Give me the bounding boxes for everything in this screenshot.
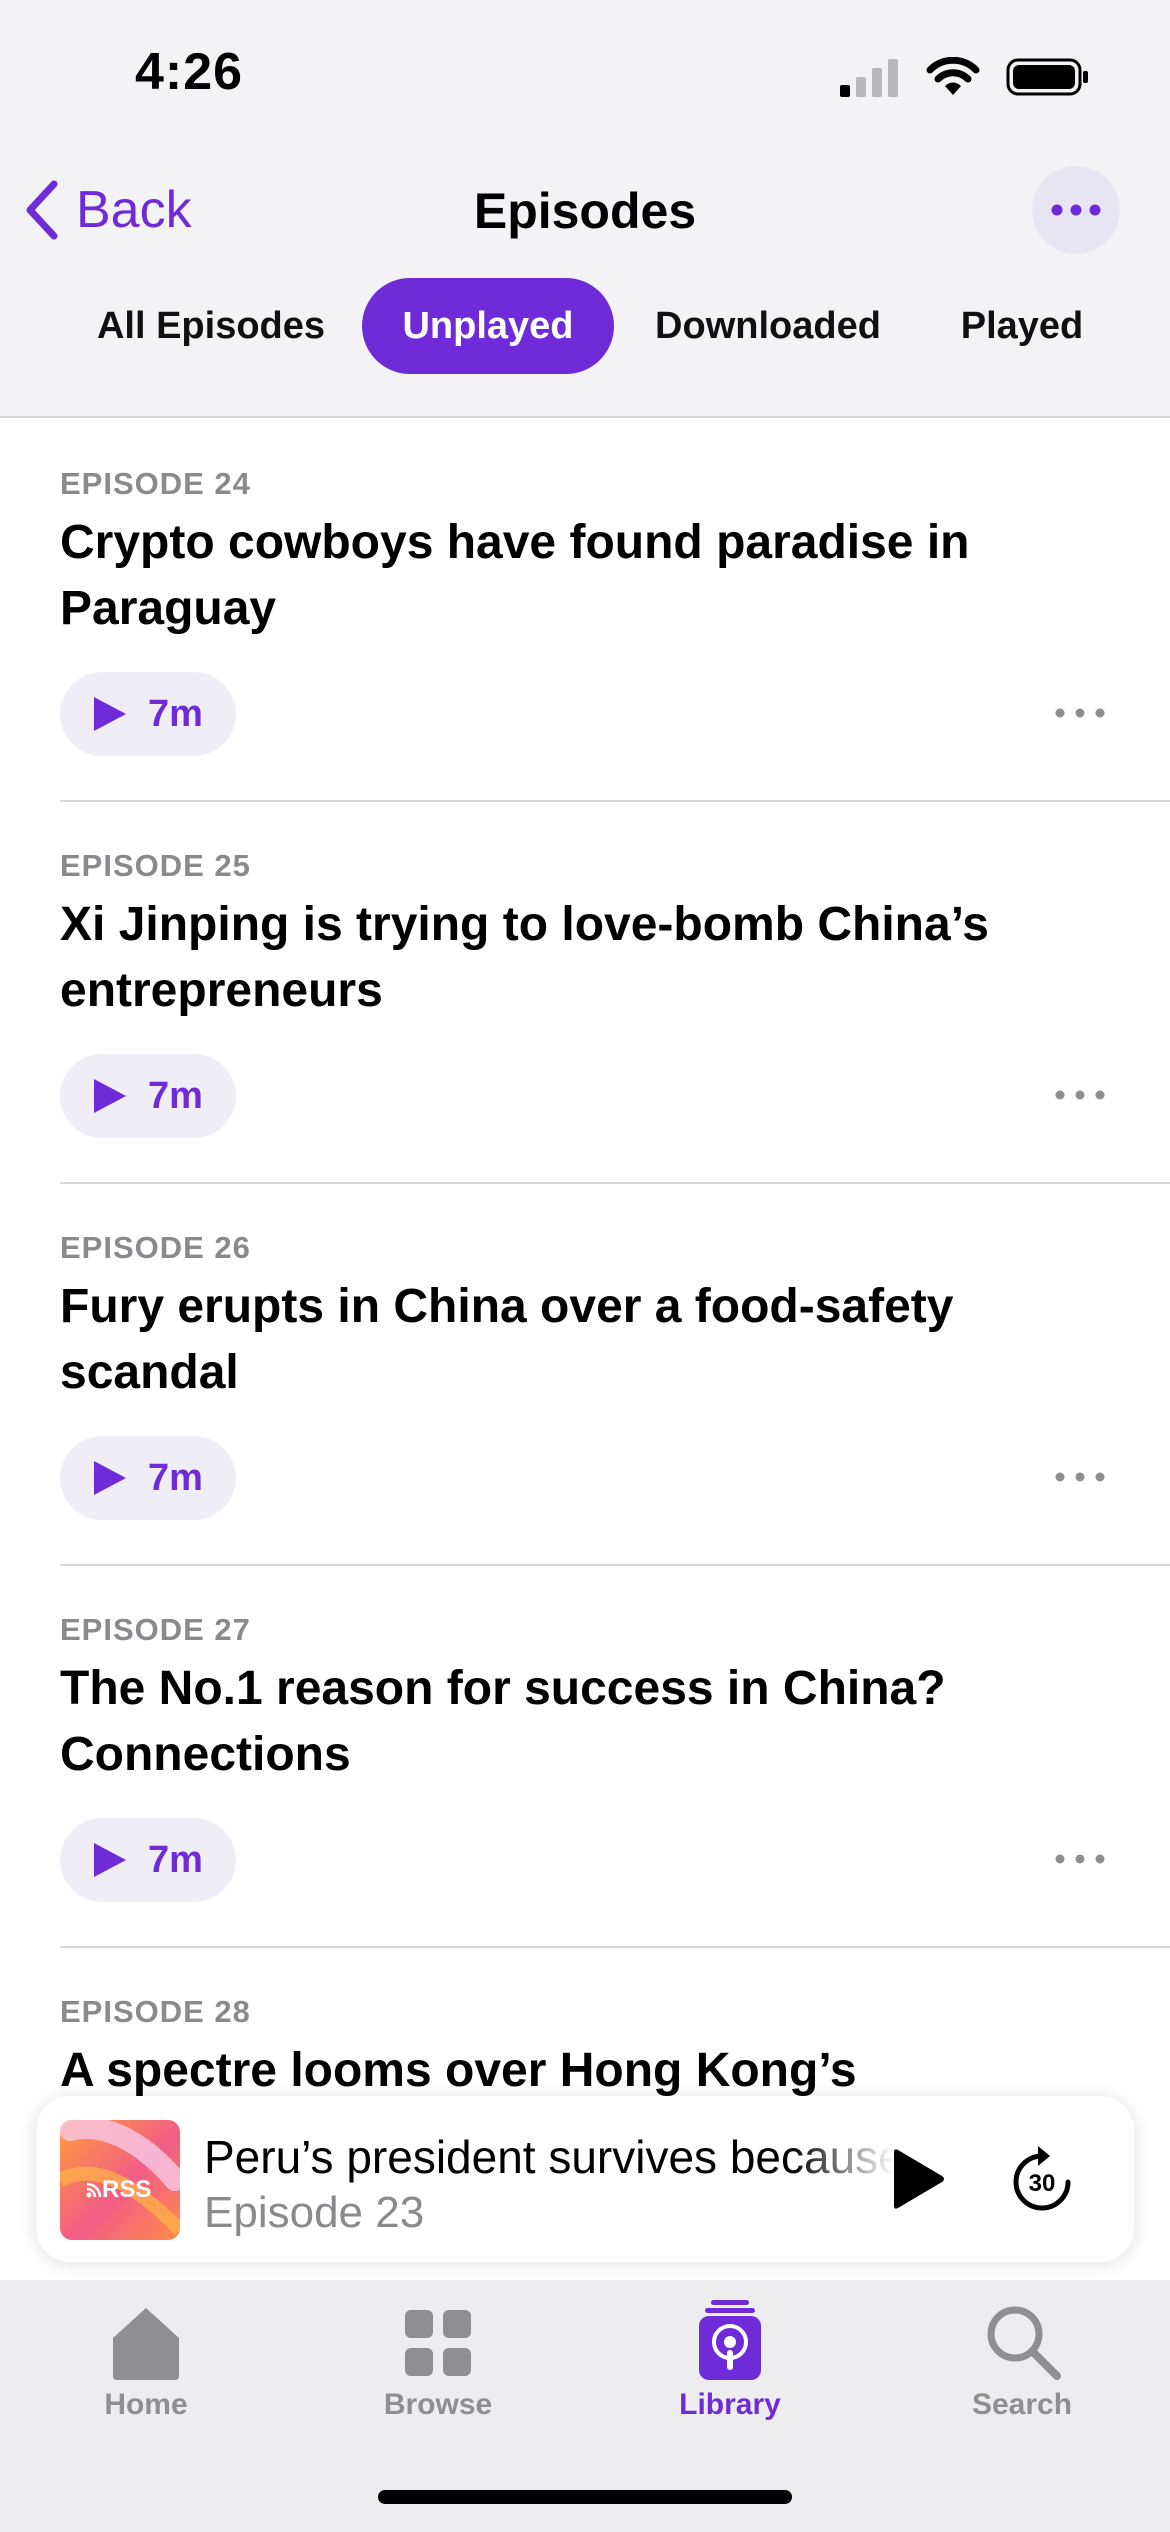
play-episode-button[interactable]: 7m xyxy=(60,672,236,756)
more-options-button[interactable] xyxy=(1032,166,1120,254)
home-icon xyxy=(113,2308,179,2380)
back-button[interactable]: Back xyxy=(24,170,192,250)
podcast-library-icon xyxy=(699,2300,761,2380)
mini-player[interactable]: RSS Peru’s president survives because Ep… xyxy=(36,2096,1134,2262)
tab-label: Home xyxy=(104,2388,188,2421)
episode-more-button[interactable] xyxy=(1050,1070,1110,1120)
tab-label: Search xyxy=(971,2388,1073,2421)
list-item[interactable]: EPISODE 24 Crypto cowboys have found par… xyxy=(60,418,1170,802)
episode-duration: 7m xyxy=(148,1838,203,1881)
episode-title: A spectre looms over Hong Kong’s xyxy=(60,2044,857,2097)
episode-duration: 7m xyxy=(148,1074,203,1117)
list-item[interactable]: EPISODE 26 Fury erupts in China over a f… xyxy=(60,1182,1170,1566)
play-icon xyxy=(94,1079,126,1113)
episode-title: Xi Jinping is trying to love-bomb China’… xyxy=(60,898,989,1017)
tab-label: Library xyxy=(679,2388,781,2421)
episode-title: The No.1 reason for success in China? Co… xyxy=(60,1662,946,1781)
search-icon xyxy=(987,2306,1061,2380)
episode-number: EPISODE 27 xyxy=(60,1612,251,1647)
play-episode-button[interactable]: 7m xyxy=(60,1054,236,1138)
play-episode-button[interactable]: 7m xyxy=(60,1818,236,1902)
list-item[interactable]: EPISODE 28 A spectre looms over Hong Kon… xyxy=(60,1946,1170,2098)
list-item[interactable]: EPISODE 27 The No.1 reason for success i… xyxy=(60,1564,1170,1948)
episode-title: Crypto cowboys have found paradise in Pa… xyxy=(60,516,970,635)
navigation-bar: Back Episodes All Episodes Unplayed Down… xyxy=(0,150,1170,418)
chevron-left-icon xyxy=(26,180,58,240)
episode-more-button[interactable] xyxy=(1050,1452,1110,1502)
grid-icon xyxy=(405,2310,471,2376)
episode-number: EPISODE 24 xyxy=(60,466,251,501)
back-label: Back xyxy=(76,181,192,239)
home-indicator[interactable] xyxy=(378,2490,792,2504)
podcast-artwork: RSS xyxy=(60,2120,180,2240)
now-playing-subtitle: Episode 23 xyxy=(204,2188,425,2237)
status-icons xyxy=(840,52,1090,102)
play-icon xyxy=(94,697,126,731)
tab-browse[interactable]: Browse xyxy=(338,2296,538,2436)
play-icon xyxy=(94,1461,126,1495)
play-icon xyxy=(94,1843,126,1877)
tab-all-episodes[interactable]: All Episodes xyxy=(70,278,352,374)
rss-label: RSS xyxy=(86,2176,151,2204)
tab-library[interactable]: Library xyxy=(630,2296,830,2436)
play-icon[interactable] xyxy=(882,2146,948,2212)
list-item[interactable]: EPISODE 25 Xi Jinping is trying to love-… xyxy=(60,800,1170,1184)
episode-duration: 7m xyxy=(148,1456,203,1499)
tab-label: Browse xyxy=(383,2388,493,2421)
skip-forward-30-icon[interactable]: 30 xyxy=(1008,2142,1076,2212)
episode-filter-tabs: All Episodes Unplayed Downloaded Played xyxy=(0,278,1170,374)
tab-downloaded[interactable]: Downloaded xyxy=(630,278,906,374)
ellipsis-icon xyxy=(1055,1090,1105,1100)
skip-seconds: 30 xyxy=(1029,2170,1056,2197)
episode-duration: 7m xyxy=(148,692,203,735)
ellipsis-icon xyxy=(1051,204,1101,216)
status-time: 4:26 xyxy=(135,43,244,101)
tab-home[interactable]: Home xyxy=(46,2296,246,2436)
ellipsis-icon xyxy=(1055,1854,1105,1864)
rss-text: RSS xyxy=(102,2176,152,2203)
episode-title: Fury erupts in China over a food-safety … xyxy=(60,1280,954,1399)
play-episode-button[interactable]: 7m xyxy=(60,1436,236,1520)
ellipsis-icon xyxy=(1055,1472,1105,1482)
tab-played[interactable]: Played xyxy=(930,278,1114,374)
ellipsis-icon xyxy=(1055,708,1105,718)
episode-list: EPISODE 24 Crypto cowboys have found par… xyxy=(0,418,1170,2098)
battery-icon xyxy=(1006,58,1088,96)
rss-icon xyxy=(86,2182,102,2198)
wifi-icon xyxy=(926,57,980,95)
cellular-signal-icon xyxy=(840,59,898,97)
episode-more-button[interactable] xyxy=(1050,1834,1110,1884)
episode-more-button[interactable] xyxy=(1050,688,1110,738)
episode-number: EPISODE 25 xyxy=(60,848,251,883)
now-playing-title: Peru’s president survives because xyxy=(204,2131,894,2183)
tab-unplayed[interactable]: Unplayed xyxy=(362,278,614,374)
status-bar: 4:26 xyxy=(0,0,1170,150)
tab-search[interactable]: Search xyxy=(922,2296,1122,2436)
episode-number: EPISODE 28 xyxy=(60,1994,251,2029)
episode-number: EPISODE 26 xyxy=(60,1230,251,1265)
